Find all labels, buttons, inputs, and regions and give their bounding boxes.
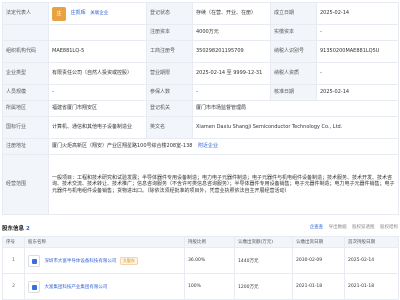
amount: 1200万元 xyxy=(234,273,293,300)
section-title: 股东信息 2 xyxy=(2,226,30,232)
equity-structure-link[interactable]: 股权结构 xyxy=(380,225,398,230)
value-authority: 厦门市市场监督管理局 xyxy=(192,100,399,117)
label-reg-no: 工商注册号 xyxy=(146,40,193,63)
date: 2030-02-09 xyxy=(292,247,345,274)
label-approval-date: 核准日期 xyxy=(270,84,317,101)
value-org-code: MAE881LQ-5 xyxy=(48,40,147,63)
value-reg-capital: 4000万元 xyxy=(192,24,271,41)
shareholder-cell: 大富集团科技产业集团有限公司 xyxy=(24,273,185,300)
label-industry: 国标行业 xyxy=(2,116,49,139)
value-industry: 计算机、通信和其他电子设备制造业 xyxy=(48,116,147,139)
section-actions: 企查查 导出数据 股权穿透图 股权结构 xyxy=(306,224,398,230)
label-reg-capital: 注册资本 xyxy=(146,24,193,41)
qcc-link[interactable]: 企查查 xyxy=(310,225,324,230)
shareholders-section-header: 股东信息 2 企查查 导出数据 股权穿透图 股权结构 xyxy=(2,224,398,234)
value-insured: - xyxy=(192,84,271,101)
value-reg-no: 350298201195709 xyxy=(192,40,271,63)
info-row-3: 组织机构代码 MAE881LQ-5 工商注册号 350298201195709 … xyxy=(2,40,399,63)
value-term: 2025-02-14 至 9999-12-31 xyxy=(192,62,271,85)
value-approval-date: 2025-02-14 xyxy=(316,84,399,101)
legal-rep-name-link[interactable]: 庄凯晖 xyxy=(71,10,86,16)
table-header-row: 序号 股东名称 持股比例 认缴出资额(万元) 认缴出资日期 首次持股日期 xyxy=(2,236,399,248)
export-link[interactable]: 导出数据 xyxy=(329,225,347,230)
info-row-2: 注册资本 4000万元 实缴资本 - xyxy=(2,24,399,41)
value-paid-capital: - xyxy=(316,24,399,41)
row-num: 2 xyxy=(2,273,25,300)
info-row-5: 人员规模 - 参保人数 - 核准日期 2025-02-14 xyxy=(2,84,399,101)
row-num: 1 xyxy=(2,247,25,274)
shareholder-cell: 深圳市大富半导体设备科技有限公司 大股东 xyxy=(24,247,185,274)
equity-penetration-link[interactable]: 股权穿透图 xyxy=(352,225,375,230)
value-tax-qual: - xyxy=(316,62,399,85)
label-region: 所属地区 xyxy=(2,100,49,117)
shareholder-count: 2 xyxy=(25,226,30,232)
shareholder-name-link[interactable]: 大富集团科技产业集团有限公司 xyxy=(44,285,107,290)
col-header-date[interactable]: 认缴出资日期 xyxy=(292,236,345,248)
related-company-link[interactable]: 关联企业 xyxy=(90,11,108,16)
col-header-first[interactable]: 首次持股日期 xyxy=(344,236,399,248)
label-legal-rep: 法定代表人 xyxy=(2,2,49,25)
label-english-name: 英文名 xyxy=(146,116,193,139)
value-staff-size: - xyxy=(48,84,147,101)
label-scope: 经营范围 xyxy=(2,154,49,215)
value-scope: 一般项目：工程和技术研究和试验发展；半导体器件专用设备制造；电力电子元器件制造；… xyxy=(48,154,399,215)
label-tax-qual: 纳税人资质 xyxy=(270,62,317,85)
table-row: 2 大富集团科技产业集团有限公司 100% 1200万元 2021-01-18 … xyxy=(2,273,399,300)
value-status: 存续（在营、开业、在册） xyxy=(192,2,271,25)
label-insured: 参保人数 xyxy=(146,84,193,101)
ratio: 100% xyxy=(184,273,235,300)
company-logo-icon xyxy=(28,254,40,267)
label-term: 营业期限 xyxy=(146,62,193,85)
value-region: 福建省厦门市翔安区 xyxy=(48,100,147,117)
value-company-type: 有限责任公司（自然人投资或控股） xyxy=(48,62,147,85)
value-english-name: Xiamen Daxiu Shangji Semiconductor Techn… xyxy=(192,116,399,139)
value-address: 厦门火炬高新区（翔安）产业区翔星路100号综合楼208室-138 xyxy=(52,143,193,150)
label-authority: 登记机关 xyxy=(146,100,193,117)
label-address: 注册地址 xyxy=(2,138,49,155)
label-paid-capital: 实缴资本 xyxy=(270,24,317,41)
date: 2021-01-18 xyxy=(292,273,345,300)
info-row-7: 国标行业 计算机、通信和其他电子设备制造业 英文名 Xiamen Daxiu S… xyxy=(2,116,399,139)
major-shareholder-badge: 大股东 xyxy=(119,256,138,265)
col-header-num: 序号 xyxy=(2,236,25,248)
label-staff-size: 人员规模 xyxy=(2,84,49,101)
address-cell: 厦门火炬高新区（翔安）产业区翔星路100号综合楼208室-138 附近企业 xyxy=(48,138,399,155)
col-header-name: 股东名称 xyxy=(24,236,185,248)
value-founded: 2025-02-14 xyxy=(316,2,399,25)
shareholder-name-link[interactable]: 深圳市大富半导体设备科技有限公司 xyxy=(44,259,116,264)
ratio: 36.00% xyxy=(184,247,235,274)
info-row-4: 企业类型 有限责任公司（自然人投资或控股） 营业期限 2025-02-14 至 … xyxy=(2,62,399,85)
first-date: 2025-02-14 xyxy=(344,247,399,274)
label-company-type: 企业类型 xyxy=(2,62,49,85)
info-row-6: 所属地区 福建省厦门市翔安区 登记机关 厦门市市场监督管理局 xyxy=(2,100,399,117)
label-founded: 成立日期 xyxy=(270,2,317,25)
table-row: 1 深圳市大富半导体设备科技有限公司 大股东 36.00% 1440万元 203… xyxy=(2,247,399,274)
info-row-9: 经营范围 一般项目：工程和技术研究和试验发展；半导体器件专用设备制造；电力电子元… xyxy=(2,154,399,215)
info-row-8: 注册地址 厦门火炬高新区（翔安）产业区翔星路100号综合楼208室-138 附近… xyxy=(2,138,399,155)
label-status: 登记状态 xyxy=(146,2,193,25)
legal-rep-avatar: 庄 xyxy=(52,6,66,21)
label-tax-id: 纳税人识别号 xyxy=(270,40,317,63)
business-info-table: 法定代表人 庄 庄凯晖 关联企业 登记状态 存续（在营、开业、在册） 成立日期 … xyxy=(2,2,399,215)
nearby-companies-link[interactable]: 附近企业 xyxy=(198,143,218,149)
info-row-1: 法定代表人 庄 庄凯晖 关联企业 登记状态 存续（在营、开业、在册） 成立日期 … xyxy=(2,2,399,25)
col-header-ratio[interactable]: 持股比例 xyxy=(184,236,235,248)
value-tax-id: 91350200MAE881LQ5U xyxy=(316,40,399,63)
col-header-amount[interactable]: 认缴出资额(万元) xyxy=(234,236,293,248)
amount: 1440万元 xyxy=(234,247,293,274)
first-date: 2021-01-18 xyxy=(344,273,399,300)
shareholders-table: 序号 股东名称 持股比例 认缴出资额(万元) 认缴出资日期 首次持股日期 1 深… xyxy=(2,236,399,300)
label-org-code: 组织机构代码 xyxy=(2,40,49,63)
legal-rep-cell: 庄 庄凯晖 关联企业 xyxy=(48,2,147,25)
company-logo-icon xyxy=(28,280,40,293)
